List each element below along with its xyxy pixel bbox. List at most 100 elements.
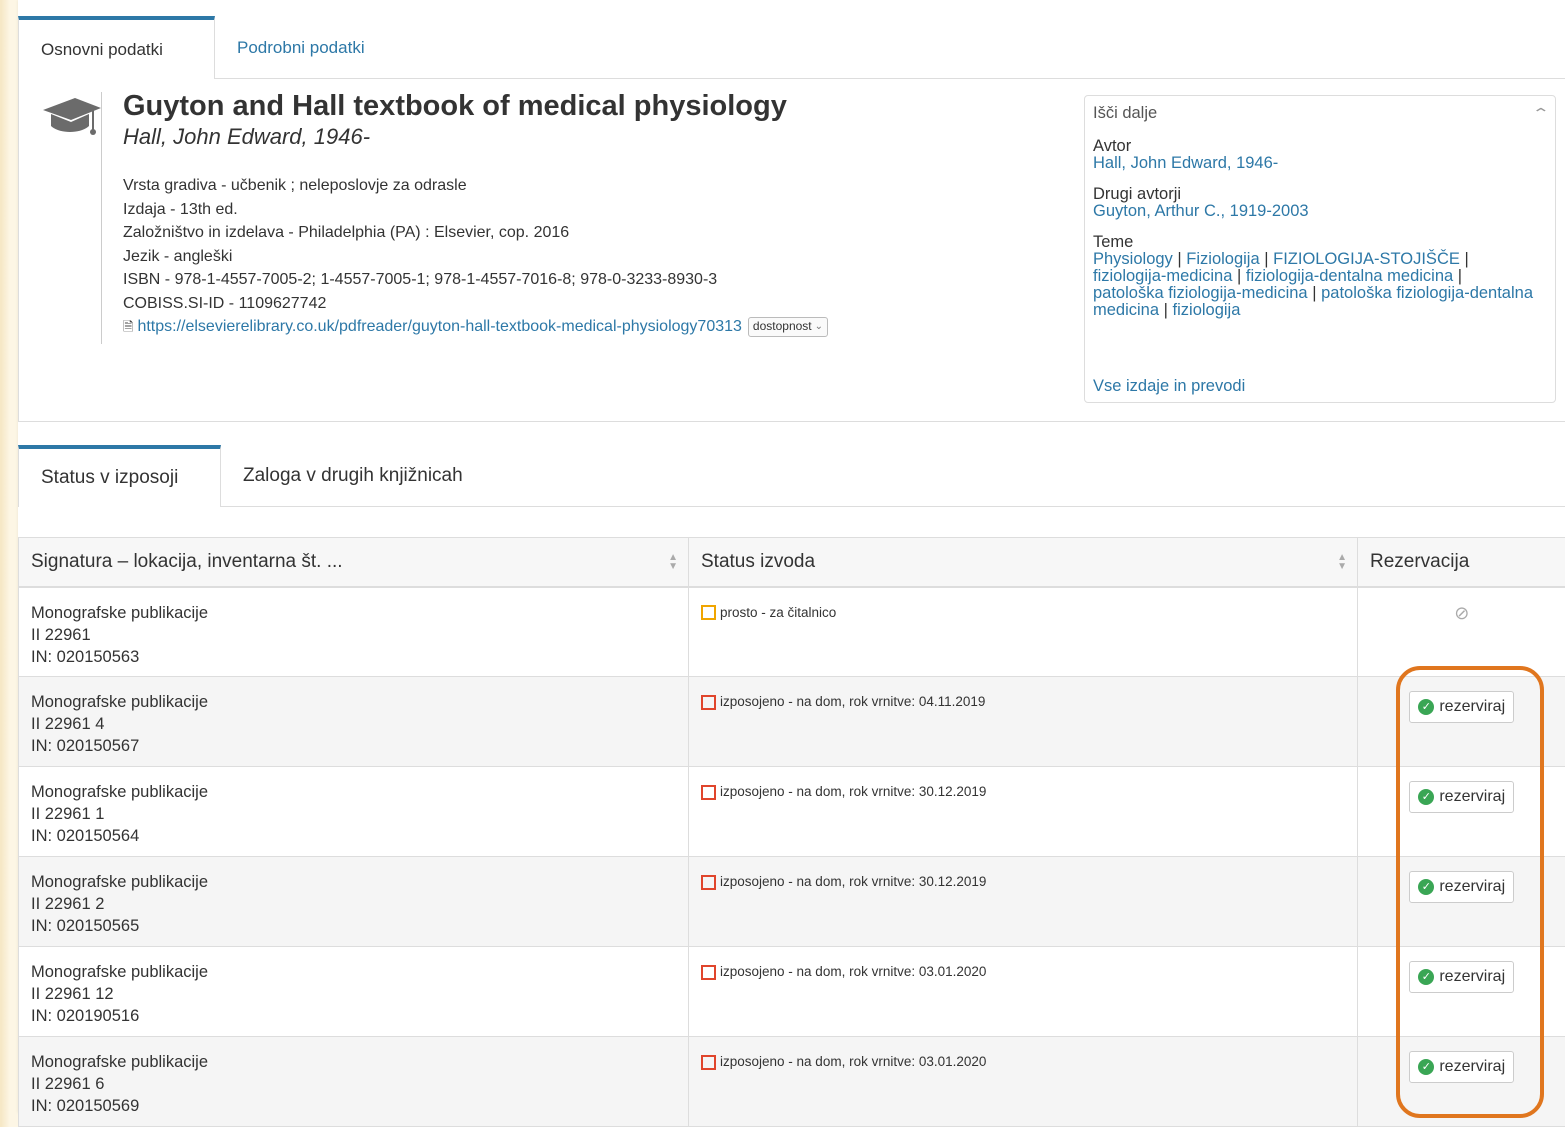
- status-square-icon: [701, 965, 716, 980]
- all-editions-link[interactable]: Vse izdaje in prevodi: [1093, 377, 1245, 396]
- topics-list: Physiology | Fiziologija | FIZIOLOGIJA-S…: [1093, 251, 1547, 319]
- other-author-link[interactable]: Guyton, Arthur C., 1919-2003: [1093, 203, 1547, 220]
- other-authors-group: Drugi avtorji Guyton, Arthur C., 1919-20…: [1093, 186, 1547, 220]
- location-text: Monografske publikacije: [31, 961, 676, 983]
- reserve-label: rezerviraj: [1439, 966, 1505, 988]
- column-label: Rezervacija: [1370, 551, 1469, 572]
- column-header-call-number[interactable]: Signatura – lokacija, inventarna št. ...…: [19, 538, 689, 587]
- location-text: Monografske publikacije: [31, 781, 676, 803]
- graduation-cap-icon: [41, 96, 101, 140]
- meta-language: Jezik - angleški: [123, 245, 828, 269]
- holdings-tabs: Status v izposoji Zaloga v drugih knjižn…: [18, 445, 1565, 507]
- signature-text: II 22961 4: [31, 713, 676, 735]
- not-available-icon: ⊘: [1454, 602, 1469, 624]
- topic-link[interactable]: fiziologija-medicina: [1093, 267, 1232, 285]
- meta-publisher: Založništvo in izdelava - Philadelphia (…: [123, 221, 828, 245]
- status-text: izposojeno - na dom, rok vrnitve: 30.12.…: [720, 781, 986, 803]
- table-row: Monografske publikacije II 22961 6 IN: 0…: [19, 1037, 1565, 1127]
- status-text: izposojeno - na dom, rok vrnitve: 04.11.…: [720, 691, 985, 713]
- copy-status: izposojeno - na dom, rok vrnitve: 03.01.…: [701, 1051, 1345, 1073]
- tab-other-libraries[interactable]: Zaloga v drugih knjižnicah: [221, 445, 485, 507]
- meta-isbn: ISBN - 978-1-4557-7005-2; 1-4557-7005-1;…: [123, 268, 828, 292]
- search-more-title: Išči dalje: [1093, 104, 1157, 123]
- table-row: Monografske publikacije II 22961 IN: 020…: [19, 587, 1565, 677]
- record-tabs: Osnovni podatki Podrobni podatki: [18, 16, 1565, 79]
- chevron-up-icon[interactable]: ⌃: [1532, 105, 1551, 122]
- call-number-cell: Monografske publikacije II 22961 12 IN: …: [19, 947, 689, 1037]
- column-header-status[interactable]: Status izvoda ▲▼: [689, 538, 1358, 587]
- sort-icon[interactable]: ▲▼: [1337, 553, 1347, 571]
- reservation-cell: ✓rezerviraj: [1358, 677, 1565, 767]
- reserve-button[interactable]: ✓ rezerviraj: [1409, 1051, 1514, 1083]
- reserve-button[interactable]: ✓ rezerviraj: [1409, 871, 1514, 903]
- call-number-cell: Monografske publikacije II 22961 2 IN: 0…: [19, 857, 689, 947]
- tab-basic-data[interactable]: Osnovni podatki: [18, 16, 215, 79]
- availability-dropdown[interactable]: dostopnost ⌄: [748, 317, 828, 337]
- status-square-icon: [701, 605, 716, 620]
- reserve-button[interactable]: ✓rezerviraj: [1409, 781, 1514, 813]
- reservation-cell: ⊘: [1358, 587, 1565, 677]
- record-panel: Guyton and Hall textbook of medical phys…: [18, 78, 1565, 422]
- record-author: Hall, John Edward, 1946-: [123, 124, 370, 150]
- location-text: Monografske publikacije: [31, 602, 676, 624]
- copy-status: izposojeno - na dom, rok vrnitve: 30.12.…: [701, 781, 1345, 803]
- call-number-cell: Monografske publikacije II 22961 4 IN: 0…: [19, 677, 689, 767]
- sort-icon[interactable]: ▲▼: [668, 553, 678, 571]
- status-text: prosto - za čitalnico: [720, 602, 836, 624]
- status-square-icon: [701, 875, 716, 890]
- topics-label: Teme: [1093, 234, 1547, 251]
- signature-text: II 22961 2: [31, 893, 676, 915]
- signature-text: II 22961 12: [31, 983, 676, 1005]
- author-link[interactable]: Hall, John Edward, 1946-: [1093, 155, 1547, 172]
- table-row: Monografske publikacije II 22961 1 IN: 0…: [19, 767, 1565, 857]
- search-more-header[interactable]: Išči dalje ⌃: [1093, 102, 1547, 124]
- topics-group: Teme Physiology | Fiziologija | FIZIOLOG…: [1093, 234, 1547, 319]
- topic-link[interactable]: patološka fiziologija-medicina: [1093, 284, 1308, 302]
- tab-detailed-data[interactable]: Podrobni podatki: [215, 16, 387, 79]
- status-square-icon: [701, 785, 716, 800]
- topic-link[interactable]: FIZIOLOGIJA-STOJIŠČE: [1273, 250, 1460, 268]
- check-circle-icon: ✓: [1418, 879, 1434, 895]
- location-text: Monografske publikacije: [31, 871, 676, 893]
- status-cell: izposojeno - na dom, rok vrnitve: 30.12.…: [689, 767, 1358, 857]
- check-circle-icon: ✓: [1418, 1059, 1434, 1075]
- status-square-icon: [701, 695, 716, 710]
- table-row: Monografske publikacije II 22961 12 IN: …: [19, 947, 1565, 1037]
- table-row: Monografske publikacije II 22961 2 IN: 0…: [19, 857, 1565, 947]
- meta-material-type: Vrsta gradiva - učbenik ; neleposlovje z…: [123, 174, 828, 198]
- inventory-number: IN: 020150563: [31, 646, 676, 668]
- copy-status: izposojeno - na dom, rok vrnitve: 04.11.…: [701, 691, 1345, 713]
- copy-status: izposojeno - na dom, rok vrnitve: 03.01.…: [701, 961, 1345, 983]
- column-header-reservation: Rezervacija: [1358, 538, 1565, 587]
- reserve-button[interactable]: ✓rezerviraj: [1409, 961, 1514, 993]
- record-metadata: Vrsta gradiva - učbenik ; neleposlovje z…: [123, 174, 828, 339]
- reserve-label: rezerviraj: [1439, 876, 1505, 898]
- record-title: Guyton and Hall textbook of medical phys…: [123, 90, 787, 123]
- reservation-cell: ✓rezerviraj: [1358, 767, 1565, 857]
- record-page: Osnovni podatki Podrobni podatki Guyton …: [18, 0, 1565, 1113]
- inventory-number: IN: 020150565: [31, 915, 676, 937]
- column-label: Signatura – lokacija, inventarna št. ...: [31, 551, 343, 572]
- reserve-label: rezerviraj: [1439, 1056, 1505, 1078]
- topic-link[interactable]: fiziologija-dentalna medicina: [1246, 267, 1453, 285]
- reservation-cell: ✓ rezerviraj: [1358, 1037, 1565, 1127]
- status-cell: izposojeno - na dom, rok vrnitve: 04.11.…: [689, 677, 1358, 767]
- check-circle-icon: ✓: [1418, 789, 1434, 805]
- status-square-icon: [701, 1055, 716, 1070]
- reserve-button[interactable]: ✓rezerviraj: [1409, 691, 1514, 723]
- topic-link[interactable]: Fiziologija: [1186, 250, 1259, 268]
- topic-link[interactable]: fiziologija: [1173, 301, 1241, 319]
- author-label: Avtor: [1093, 138, 1547, 155]
- status-text: izposojeno - na dom, rok vrnitve: 30.12.…: [720, 871, 986, 893]
- status-text: izposojeno - na dom, rok vrnitve: 03.01.…: [720, 1051, 986, 1073]
- call-number-cell: Monografske publikacije II 22961 6 IN: 0…: [19, 1037, 689, 1127]
- topic-link[interactable]: Physiology: [1093, 250, 1173, 268]
- availability-label: dostopnost: [753, 315, 812, 339]
- tab-loan-status[interactable]: Status v izposoji: [18, 445, 221, 507]
- status-cell: izposojeno - na dom, rok vrnitve: 03.01.…: [689, 1037, 1358, 1127]
- ebook-link[interactable]: https://elsevierelibrary.co.uk/pdfreader…: [137, 315, 741, 339]
- copy-status: prosto - za čitalnico: [701, 602, 1345, 624]
- table-header-row: Signatura – lokacija, inventarna št. ...…: [19, 538, 1565, 587]
- signature-text: II 22961 6: [31, 1073, 676, 1095]
- inventory-number: IN: 020150564: [31, 825, 676, 847]
